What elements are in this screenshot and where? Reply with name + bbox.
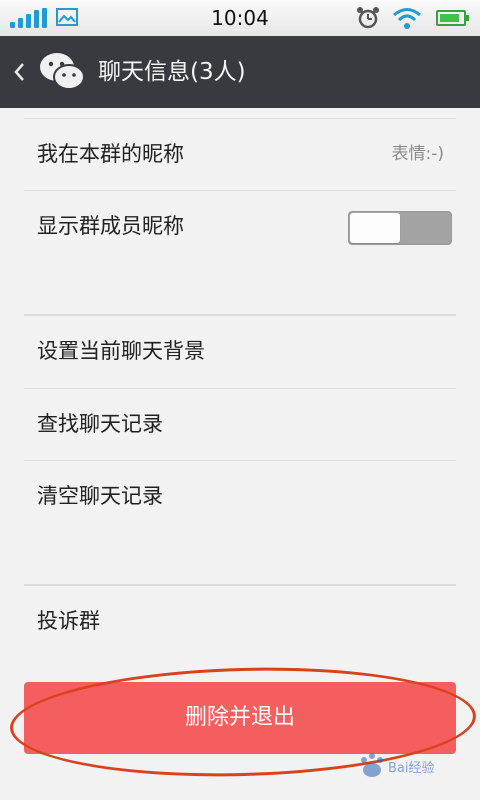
settings-group-2: 设置当前聊天背景 查找聊天记录 清空聊天记录 [24, 316, 456, 532]
delete-and-exit-button[interactable]: 删除并退出 [24, 682, 456, 754]
group-nickname-label: 我在本群的昵称 [37, 142, 184, 166]
search-history-row[interactable]: 查找聊天记录 [24, 388, 456, 460]
watermark-logo: Bai经验 [361, 753, 435, 777]
battery-level [440, 14, 459, 22]
svg-text:Bai经验: Bai经验 [388, 760, 435, 776]
report-group-label: 投诉群 [37, 609, 100, 633]
search-history-label: 查找聊天记录 [37, 412, 163, 436]
image-notification-icon [56, 8, 78, 26]
report-group-row[interactable]: 投诉群 [24, 586, 456, 658]
battery-icon [436, 10, 469, 26]
wifi-icon [393, 8, 421, 29]
chat-background-label: 设置当前聊天背景 [37, 339, 205, 363]
show-member-nicknames-row: 显示群成员昵称 [24, 190, 456, 262]
show-member-nicknames-toggle[interactable] [348, 211, 452, 245]
status-bar: 10:04 [0, 0, 480, 37]
page-title: 聊天信息(3人) [98, 59, 246, 85]
chat-background-row[interactable]: 设置当前聊天背景 [24, 316, 456, 388]
chevron-left-icon[interactable] [10, 58, 28, 86]
show-member-nicknames-label: 显示群成员昵称 [37, 214, 184, 238]
clear-history-row[interactable]: 清空聊天记录 [24, 460, 456, 532]
clear-history-label: 清空聊天记录 [37, 484, 163, 508]
wechat-logo-icon [40, 53, 85, 90]
settings-list: 我在本群的昵称 表情:-) 显示群成员昵称 设置当前聊天背景 查找聊天记录 清空… [0, 108, 480, 800]
signal-icon [10, 8, 48, 28]
alarm-icon [357, 7, 379, 29]
group-nickname-row[interactable]: 我在本群的昵称 表情:-) [24, 118, 456, 190]
settings-group-1: 我在本群的昵称 表情:-) 显示群成员昵称 [24, 118, 456, 318]
toggle-knob [350, 213, 400, 243]
header: 聊天信息(3人) [0, 36, 480, 108]
group-nickname-value: 表情:-) [391, 144, 445, 164]
settings-group-3: 投诉群 [24, 586, 456, 658]
